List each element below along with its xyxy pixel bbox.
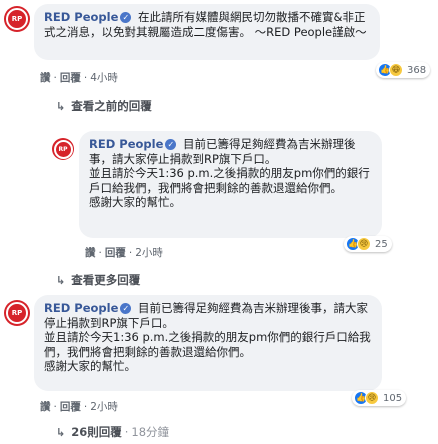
- comment-author[interactable]: RED People: [44, 10, 118, 24]
- reply-time: 18分鐘: [131, 425, 170, 439]
- like-button[interactable]: 讚: [40, 72, 51, 84]
- comment-text-line: 感謝大家的幫忙。: [89, 195, 181, 209]
- comment-text-line: 並且請於今天1:36 p.m.之後捐款的朋友pm你們的銀行戶口給我們，我們將會把…: [44, 330, 371, 359]
- comment-bubble: RED People ✓ 目前已籌得足夠經費為吉米辦理後事，請大家停止捐款到RP旗…: [79, 131, 382, 238]
- reply-arrow-icon: ↳: [56, 425, 66, 439]
- reaction-count: 105: [383, 392, 403, 404]
- comment-timestamp[interactable]: 2小時: [90, 401, 118, 413]
- comment-actions: 讚 · 回覆 · 2小時: [40, 401, 118, 413]
- comment-author[interactable]: RED People: [89, 137, 163, 151]
- reaction-count: 368: [407, 64, 427, 76]
- comment-bubble: RED People ✓ 目前已籌得足夠經費為吉米辦理後事，請大家停止捐款到RP旗…: [34, 295, 382, 391]
- like-button[interactable]: 讚: [40, 401, 51, 413]
- comment-bubble: RED People ✓ 在此請所有媒體與網民切勿散播不確實&非正式之消息，以免對…: [34, 4, 380, 60]
- reply-arrow-icon: ↳: [56, 273, 66, 287]
- reply-arrow-icon: ↳: [56, 99, 66, 113]
- reply-button[interactable]: 回覆: [105, 247, 126, 259]
- avatar-logo: RP: [53, 139, 73, 159]
- haha-reaction-icon: 😆: [389, 63, 403, 77]
- avatar[interactable]: RP: [4, 300, 30, 326]
- view-replies-link[interactable]: ↳ 26則回覆 · 18分鐘: [56, 424, 169, 440]
- reaction-count: 25: [375, 238, 388, 250]
- avatar-logo: RP: [6, 302, 28, 324]
- comment-actions: 讚 · 回覆 · 2小時: [85, 247, 163, 259]
- avatar[interactable]: RP: [52, 138, 74, 160]
- reaction-summary[interactable]: 👍 😆 368: [376, 62, 431, 78]
- verified-badge-icon: ✓: [165, 139, 177, 150]
- reply-count-label: 26則回覆: [71, 425, 122, 439]
- comment-text-line: 感謝大家的幫忙。: [44, 359, 136, 373]
- avatar[interactable]: RP: [4, 6, 30, 32]
- reply-button[interactable]: 回覆: [60, 401, 81, 413]
- comment-actions: 讚 · 回覆 · 4小時: [40, 72, 118, 84]
- avatar-logo: RP: [6, 8, 28, 30]
- view-previous-replies-link[interactable]: ↳ 查看之前的回覆: [56, 98, 152, 114]
- like-button[interactable]: 讚: [85, 247, 96, 259]
- reaction-summary[interactable]: 👍 😢 25: [344, 236, 392, 252]
- view-more-replies-link[interactable]: ↳ 查看更多回覆: [56, 272, 140, 288]
- reaction-summary[interactable]: 👍 😢 105: [352, 390, 407, 406]
- comment-timestamp[interactable]: 2小時: [135, 247, 163, 259]
- reply-timestamp: ·: [124, 425, 129, 439]
- view-previous-replies-label: 查看之前的回覆: [71, 99, 152, 113]
- comment-text-line: 並且請於今天1:36 p.m.之後捐款的朋友pm你們的銀行戶口給我們，我們將會把…: [89, 166, 370, 195]
- view-more-replies-label: 查看更多回覆: [71, 273, 141, 287]
- verified-badge-icon: ✓: [120, 303, 132, 314]
- sad-reaction-icon: 😢: [357, 237, 371, 251]
- comment-author[interactable]: RED People: [44, 301, 118, 315]
- reply-button[interactable]: 回覆: [60, 72, 81, 84]
- sad-reaction-icon: 😢: [365, 391, 379, 405]
- verified-badge-icon: ✓: [120, 12, 132, 23]
- comment-timestamp[interactable]: 4小時: [90, 72, 118, 84]
